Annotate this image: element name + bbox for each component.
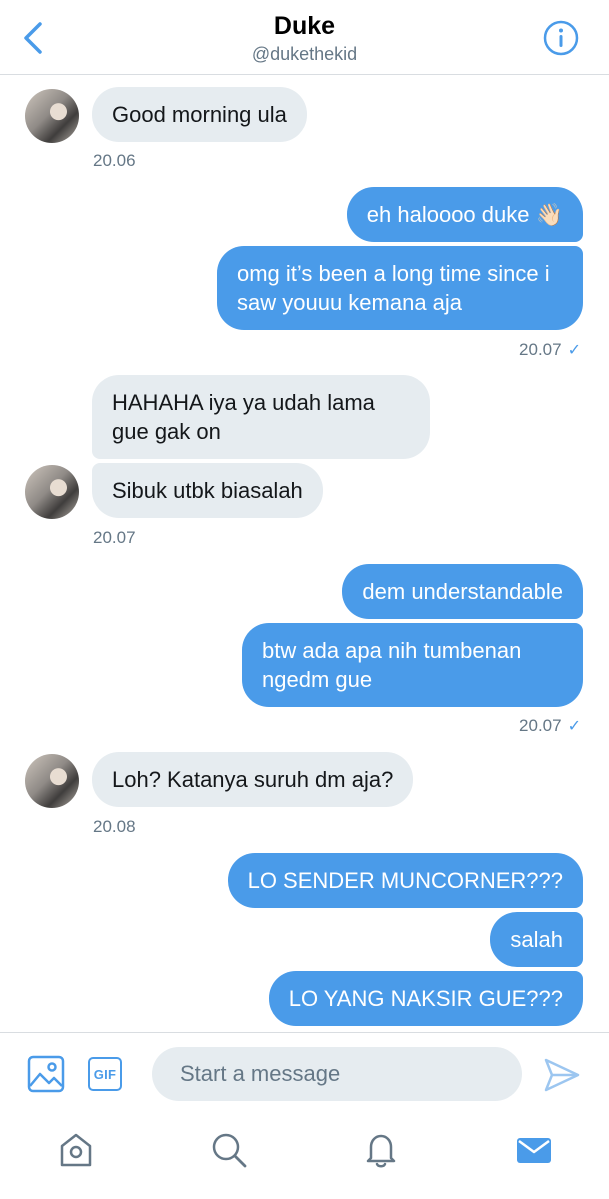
messages-icon[interactable]	[515, 1131, 553, 1169]
message-timestamp: 20.06	[93, 151, 136, 170]
info-icon[interactable]	[543, 20, 579, 56]
message-bubble-outgoing[interactable]: salah	[490, 912, 583, 967]
bottom-tab-bar	[0, 1117, 609, 1199]
avatar[interactable]	[25, 465, 79, 519]
message-timestamp: 20.08	[93, 817, 136, 836]
message-bubble-incoming[interactable]: Good morning ula	[92, 87, 307, 142]
conversation-handle: @dukethekid	[251, 44, 358, 64]
message-bubble-incoming[interactable]: Sibuk utbk biasalah	[92, 463, 323, 518]
message-text: salah	[510, 927, 563, 952]
message-bubble-incoming[interactable]: HAHAHA iya ya udah lama gue gak on	[92, 375, 430, 459]
message-timestamp: 20.07 ✓	[519, 340, 581, 360]
notifications-icon[interactable]	[362, 1131, 400, 1169]
message-input[interactable]	[152, 1047, 522, 1101]
message-text: eh haloooo duke 👋🏻	[366, 202, 563, 227]
timestamp-text: 20.07	[519, 716, 562, 735]
search-icon[interactable]	[210, 1131, 248, 1169]
message-bubble-outgoing[interactable]: dem understandable	[342, 564, 583, 619]
message-bubble-outgoing[interactable]: omg it’s been a long time since i saw yo…	[217, 246, 583, 330]
home-icon[interactable]	[57, 1131, 95, 1169]
message-text: dem understandable	[362, 579, 563, 604]
image-icon[interactable]	[27, 1055, 65, 1093]
message-bubble-outgoing[interactable]: eh haloooo duke 👋🏻	[346, 187, 583, 242]
message-text: Sibuk utbk biasalah	[112, 478, 303, 503]
message-composer: GIF	[0, 1032, 609, 1118]
conversation-header: Duke @dukethekid	[0, 0, 609, 75]
timestamp-text: 20.07	[519, 340, 562, 359]
read-check-icon: ✓	[567, 718, 581, 735]
conversation-title: Duke	[273, 12, 336, 40]
message-timestamp: 20.07	[93, 528, 136, 547]
avatar[interactable]	[25, 89, 79, 143]
gif-button[interactable]: GIF	[88, 1057, 122, 1091]
send-icon[interactable]	[543, 1057, 581, 1093]
message-text: HAHAHA iya ya udah lama gue gak on	[112, 390, 375, 444]
read-check-icon: ✓	[567, 342, 581, 359]
message-bubble-outgoing[interactable]: btw ada apa nih tumbenan ngedm gue	[242, 623, 583, 707]
message-text: Loh? Katanya suruh dm aja?	[112, 767, 394, 792]
message-text: LO SENDER MUNCORNER???	[247, 868, 563, 893]
message-text: omg it’s been a long time since i saw yo…	[237, 261, 550, 315]
message-bubble-outgoing[interactable]: LO SENDER MUNCORNER???	[227, 853, 583, 908]
message-bubble-outgoing[interactable]: LO YANG NAKSIR GUE???	[268, 971, 583, 1026]
message-bubble-incoming[interactable]: Loh? Katanya suruh dm aja?	[92, 752, 414, 807]
avatar[interactable]	[25, 754, 79, 808]
message-timestamp: 20.07 ✓	[519, 716, 581, 736]
message-text: Good morning ula	[112, 102, 287, 127]
message-text: btw ada apa nih tumbenan ngedm gue	[262, 638, 522, 692]
message-text: LO YANG NAKSIR GUE???	[288, 986, 563, 1011]
